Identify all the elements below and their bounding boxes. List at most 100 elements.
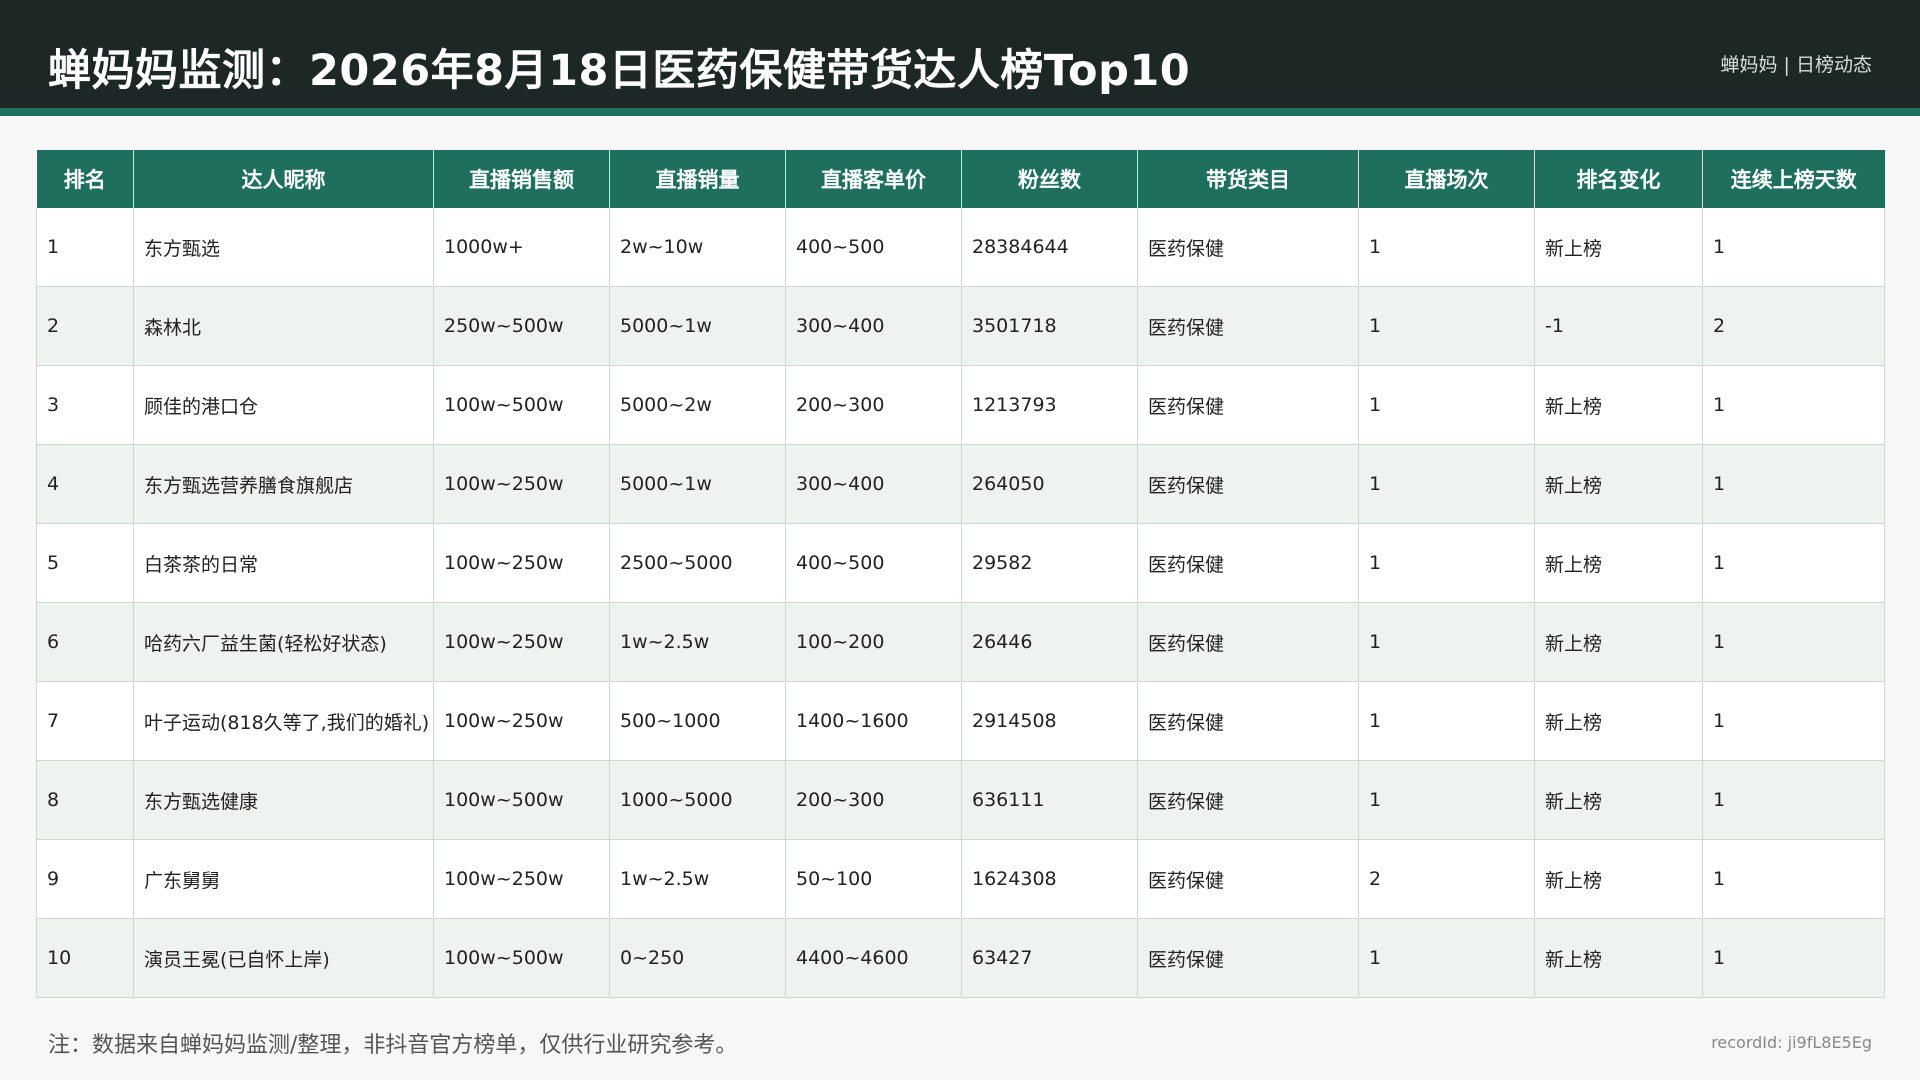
cell-nickname: 白茶茶的日常 [133,523,434,603]
cell-rank-change: 新上榜 [1534,444,1703,524]
cell-consecutive-days: 2 [1702,286,1885,366]
cell-consecutive-days: 1 [1702,208,1885,287]
cell-consecutive-days: 1 [1702,760,1885,840]
cell-followers: 29582 [961,523,1138,603]
cell-category: 医药保健 [1137,918,1359,998]
table-row: 8 东方甄选健康 100w~500w 1000~5000 200~300 636111 医药… [36,760,1885,840]
cell-avg-order-price: 300~400 [785,444,962,524]
cell-live-sales-amount: 1000w+ [433,208,610,287]
table-row: 7 叶子运动(818久等了,我们的婚礼) 100w~250w 500~1000 1400… [36,681,1885,761]
cell-category: 医药保健 [1137,839,1359,919]
cell-live-sessions: 1 [1358,523,1535,603]
cell-live-sales-volume: 1000~5000 [609,760,786,840]
table-body: 1 东方甄选 1000w+ 2w~10w 400~500 28384644 医药保健 1 新上榜… [36,208,1885,998]
cell-nickname: 东方甄选营养膳食旗舰店 [133,444,434,524]
cell-followers: 264050 [961,444,1138,524]
cell-live-sales-volume: 1w~2.5w [609,602,786,682]
cell-category: 医药保健 [1137,523,1359,603]
cell-live-sessions: 1 [1358,602,1535,682]
cell-rank: 7 [36,681,134,761]
cell-consecutive-days: 1 [1702,523,1885,603]
column-header-followers: 粉丝数 [961,150,1138,208]
cell-rank: 6 [36,602,134,682]
cell-live-sales-amount: 100w~250w [433,523,610,603]
ranking-table: 排名 达人昵称 直播销售额 直播销量 直播客单价 粉丝数 带货类目 直播场次 排… [36,150,1885,998]
cell-category: 医药保健 [1137,365,1359,445]
cell-live-sales-volume: 500~1000 [609,681,786,761]
cell-rank: 3 [36,365,134,445]
cell-live-sales-amount: 250w~500w [433,286,610,366]
cell-live-sales-amount: 100w~250w [433,681,610,761]
cell-rank-change: 新上榜 [1534,918,1703,998]
column-header-live-sessions: 直播场次 [1358,150,1535,208]
cell-nickname: 东方甄选 [133,208,434,287]
cell-category: 医药保健 [1137,760,1359,840]
ranking-table-container: 排名 达人昵称 直播销售额 直播销量 直播客单价 粉丝数 带货类目 直播场次 排… [36,150,1885,998]
cell-live-sales-volume: 1w~2.5w [609,839,786,919]
cell-followers: 26446 [961,602,1138,682]
table-row: 5 白茶茶的日常 100w~250w 2500~5000 400~500 29582 医药保… [36,523,1885,603]
cell-live-sales-volume: 2500~5000 [609,523,786,603]
cell-rank-change: 新上榜 [1534,839,1703,919]
record-id: recordId: ji9fL8E5Eg [1711,1033,1872,1052]
footer-note: 注：数据来自蝉妈妈监测/整理，非抖音官方榜单，仅供行业研究参考。 [48,1033,738,1058]
cell-rank: 10 [36,918,134,998]
cell-rank: 5 [36,523,134,603]
cell-rank-change: 新上榜 [1534,681,1703,761]
cell-live-sessions: 1 [1358,918,1535,998]
cell-live-sales-amount: 100w~500w [433,365,610,445]
table-row: 9 广东舅舅 100w~250w 1w~2.5w 50~100 1624308 医药保健 2 新… [36,839,1885,919]
cell-nickname: 演员王冕(已自怀上岸) [133,918,434,998]
cell-live-sessions: 1 [1358,444,1535,524]
cell-followers: 2914508 [961,681,1138,761]
table-row: 3 顾佳的港口仓 100w~500w 5000~2w 200~300 1213793 医药保… [36,365,1885,445]
cell-nickname: 广东舅舅 [133,839,434,919]
cell-nickname: 叶子运动(818久等了,我们的婚礼) [133,681,434,761]
cell-followers: 3501718 [961,286,1138,366]
cell-nickname: 哈药六厂益生菌(轻松好状态) [133,602,434,682]
column-header-live-sales-amount: 直播销售额 [433,150,610,208]
table-row: 4 东方甄选营养膳食旗舰店 100w~250w 5000~1w 300~400 26405… [36,444,1885,524]
cell-category: 医药保健 [1137,208,1359,287]
cell-rank: 1 [36,208,134,287]
cell-live-sales-volume: 5000~1w [609,444,786,524]
cell-live-sales-volume: 2w~10w [609,208,786,287]
cell-rank: 2 [36,286,134,366]
cell-rank-change: 新上榜 [1534,365,1703,445]
cell-avg-order-price: 300~400 [785,286,962,366]
cell-live-sales-amount: 100w~500w [433,918,610,998]
cell-live-sessions: 1 [1358,760,1535,840]
cell-category: 医药保健 [1137,444,1359,524]
cell-rank-change: -1 [1534,286,1703,366]
cell-rank-change: 新上榜 [1534,523,1703,603]
table-row: 1 东方甄选 1000w+ 2w~10w 400~500 28384644 医药保健 1 新上榜… [36,208,1885,287]
column-header-consecutive-days: 连续上榜天数 [1702,150,1885,208]
cell-followers: 28384644 [961,208,1138,287]
cell-consecutive-days: 1 [1702,681,1885,761]
cell-consecutive-days: 1 [1702,918,1885,998]
cell-rank: 9 [36,839,134,919]
cell-live-sales-amount: 100w~250w [433,602,610,682]
cell-followers: 1213793 [961,365,1138,445]
cell-consecutive-days: 1 [1702,365,1885,445]
cell-live-sales-volume: 0~250 [609,918,786,998]
cell-followers: 636111 [961,760,1138,840]
cell-category: 医药保健 [1137,286,1359,366]
cell-rank: 8 [36,760,134,840]
cell-avg-order-price: 200~300 [785,365,962,445]
cell-avg-order-price: 100~200 [785,602,962,682]
cell-rank: 4 [36,444,134,524]
column-header-avg-order-price: 直播客单价 [785,150,962,208]
page-title: 蝉妈妈监测：2026年8月18日医药保健带货达人榜Top10 [48,46,1191,96]
table-header-row: 排名 达人昵称 直播销售额 直播销量 直播客单价 粉丝数 带货类目 直播场次 排… [36,150,1885,208]
cell-live-sessions: 2 [1358,839,1535,919]
brand-label: 蝉妈妈 | 日榜动态 [1720,54,1872,76]
column-header-category: 带货类目 [1137,150,1359,208]
cell-live-sales-volume: 5000~1w [609,286,786,366]
cell-avg-order-price: 50~100 [785,839,962,919]
column-header-nickname: 达人昵称 [133,150,434,208]
cell-live-sessions: 1 [1358,208,1535,287]
cell-avg-order-price: 4400~4600 [785,918,962,998]
table-row: 2 森林北 250w~500w 5000~1w 300~400 3501718 医药保健 1-… [36,286,1885,366]
cell-nickname: 森林北 [133,286,434,366]
